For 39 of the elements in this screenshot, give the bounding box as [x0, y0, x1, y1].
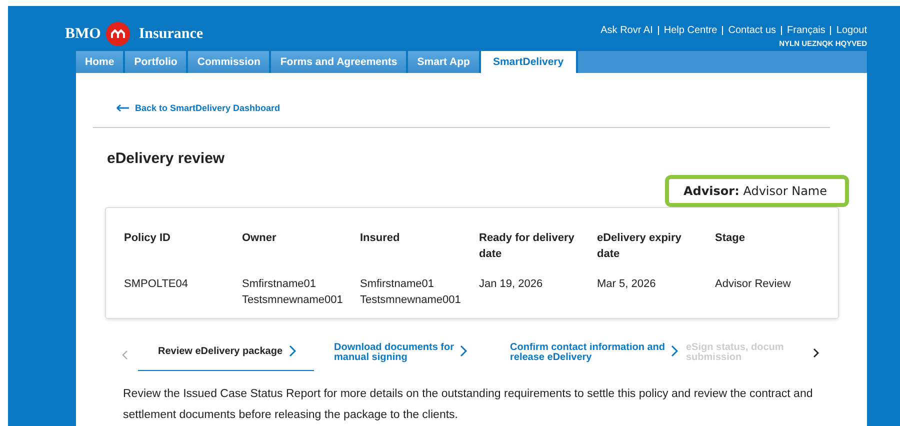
header-link[interactable]: Logout — [836, 25, 867, 36]
logo-icon — [106, 22, 130, 46]
chevron-right-icon[interactable] — [813, 348, 819, 358]
nav-tab[interactable]: Forms and Agreements — [271, 51, 408, 73]
nav-tab[interactable]: Smart App — [408, 51, 481, 73]
header-link[interactable]: Contact us — [728, 25, 776, 36]
page-title: eDelivery review — [107, 150, 226, 167]
brand-name: Insurance — [138, 26, 204, 42]
nav-tab[interactable]: Home — [76, 51, 126, 73]
brand-name: BMO — [65, 26, 101, 42]
chevron-right-icon — [460, 345, 467, 357]
step-label[interactable]: Review eDelivery package — [158, 343, 283, 357]
nav-tab[interactable]: SmartDelivery — [480, 51, 578, 73]
header-link[interactable]: Français — [787, 25, 826, 36]
nav-tab[interactable]: Portfolio — [125, 51, 188, 73]
table-cell-text: SMPOLTE04 — [124, 277, 189, 292]
description-text: Review the Issued Case Status Report for more details on the outstanding requirements to settle this policy and review the contract and settlement documents before releasing the package to the clients. — [123, 387, 814, 423]
table-cell-text: Advisor Review — [715, 277, 792, 292]
chevron-right-icon — [288, 345, 296, 357]
step-label[interactable]: Confirm contact information and release eDelivery — [510, 343, 665, 363]
table-cell-text: Jan 19, 2026 — [479, 277, 544, 292]
table-cell-text: Smfirstname01 Testsmnewname001 — [360, 277, 462, 308]
step-label[interactable]: Download documents for manual signing — [334, 343, 454, 363]
column-header: Ready for delivery date — [479, 231, 576, 262]
arrow-left-icon — [116, 104, 130, 112]
column-header: Owner — [242, 231, 278, 246]
column-header: Insured — [360, 231, 401, 246]
chevron-right-icon — [671, 345, 678, 357]
header-link[interactable]: Help Centre — [664, 25, 718, 36]
table-cell-text: Smfirstname01 Testsmnewname001 — [242, 277, 344, 308]
table-cell-text: Mar 5, 2026 — [597, 277, 657, 292]
column-header: Policy ID — [124, 231, 172, 246]
column-header: Stage — [715, 231, 746, 246]
column-header: eDelivery expiry date — [597, 231, 682, 262]
advisor-label: Advisor: Advisor Name — [665, 175, 849, 207]
nav-tab[interactable]: Commission — [188, 51, 272, 73]
back-link[interactable]: Back to SmartDelivery Dashboard — [76, 73, 867, 113]
header-link[interactable]: Ask Rovr AI — [600, 25, 653, 36]
back-link-text[interactable]: Back to SmartDelivery Dashboard — [135, 103, 280, 113]
